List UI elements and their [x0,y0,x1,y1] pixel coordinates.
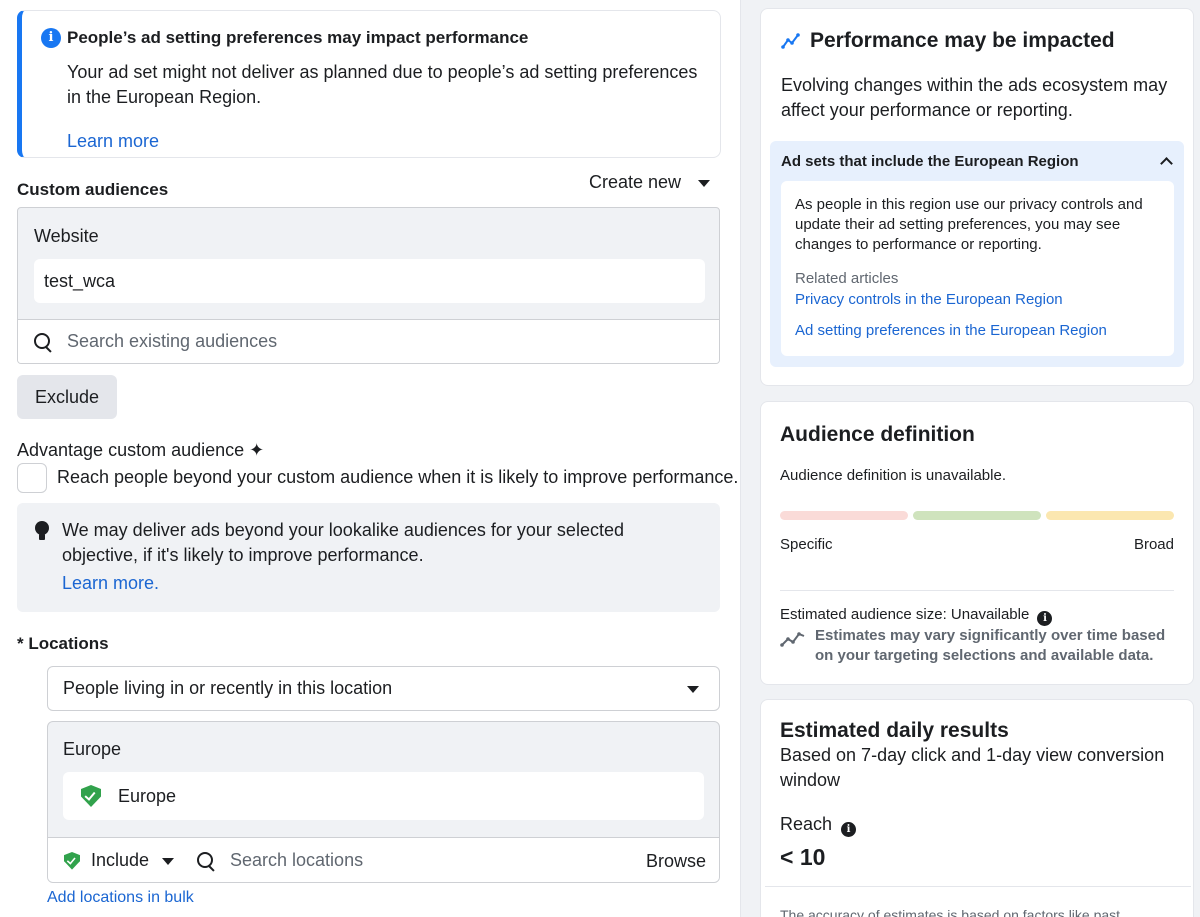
accuracy-footnote: The accuracy of estimates is based on fa… [780,907,1121,917]
selected-location-label: Europe [118,786,177,806]
notice-body: Your ad set might not deliver as planned… [67,62,698,107]
advantage-checkbox-label: Reach people beyond your custom audience… [57,467,739,487]
estimated-audience-size-text: Estimated audience size: Unavailable [780,606,1030,623]
notice-title: People’s ad setting preferences may impa… [67,28,529,47]
divider [765,886,1191,887]
create-new-label: Create new [589,172,682,192]
caret-down-icon[interactable] [162,858,174,865]
lightbulb-icon [35,521,49,541]
location-type-select[interactable]: People living in or recently in this loc… [47,666,720,711]
advantage-checkbox[interactable] [17,463,47,493]
reach-label-row: Reach i [780,814,857,837]
audience-meter-specific [780,511,908,520]
location-group-header: Europe [63,739,122,759]
audience-search-input[interactable]: Search existing audiences [18,319,719,363]
eu-preferences-notice: i People’s ad setting preferences may im… [17,10,721,158]
create-new-dropdown[interactable]: Create new [589,172,711,193]
info-icon[interactable]: i [1037,611,1053,626]
location-search-row: Include Search locations Browse [48,837,719,882]
reach-value: < 10 [780,844,826,870]
add-locations-bulk-link[interactable]: Add locations in bulk [47,889,194,907]
summary-sidebar: Performance may be impacted Evolving cha… [740,0,1200,917]
audience-search-placeholder: Search existing audiences [67,331,278,351]
exclude-button[interactable]: Exclude [17,375,117,419]
include-dropdown[interactable]: Include [91,850,149,871]
included-shield-icon [64,852,80,870]
advantage-custom-audience-label: Advantage custom audience ✦ [17,440,265,460]
custom-audiences-label: Custom audiences [17,180,169,199]
advantage-learn-more-link[interactable]: Learn more. [62,573,159,594]
audience-definition-status: Audience definition is unavailable. [780,467,1006,484]
daily-results-title: Estimated daily results [780,719,1009,742]
accordion-body: As people in this region use our privacy… [795,196,1143,253]
estimated-audience-size: Estimated audience size: Unavailable i [780,606,1053,626]
meter-label-specific: Specific [780,536,833,553]
advantage-tip: We may deliver ads beyond your lookalike… [17,503,720,612]
performance-title: Performance may be impacted [810,29,1115,52]
advantage-tip-text: We may deliver ads beyond your lookalike… [62,520,624,565]
privacy-controls-link[interactable]: Privacy controls in the European Region [795,291,1063,308]
performance-description: Evolving changes within the ads ecosyste… [781,75,1168,120]
performance-impact-card: Performance may be impacted Evolving cha… [760,8,1194,386]
info-icon: i [41,28,61,48]
estimated-daily-results-card: Estimated daily results Based on 7-day c… [760,699,1194,917]
location-selector: Europe Europe Include Search locations B… [47,721,720,883]
caret-down-icon [698,179,711,187]
audience-meter-broad [1046,511,1174,520]
notice-learn-more-link[interactable]: Learn more [67,131,159,152]
audience-definition-card: Audience definition Audience definition … [760,401,1194,685]
divider [780,590,1174,591]
custom-audience-selector: Website test_wca Search existing audienc… [17,207,720,364]
daily-results-subtitle: Based on 7-day click and 1-day view conv… [780,745,1165,790]
included-shield-icon [81,785,101,807]
meter-label-broad: Broad [1133,536,1174,553]
info-icon[interactable]: i [841,822,857,837]
search-icon [197,852,215,870]
related-articles-label: Related articles [795,270,899,287]
selected-audience-chip[interactable]: test_wca [34,259,705,303]
browse-button[interactable]: Browse [646,851,706,872]
ad-set-audience-panel: i People’s ad setting preferences may im… [0,0,740,917]
audience-group-header: Website [34,226,99,246]
locations-label: * Locations [17,634,109,653]
chevron-up-icon[interactable] [1160,157,1173,170]
trend-wave-icon [780,632,805,647]
estimate-variance-note: Estimates may vary significantly over ti… [815,627,1166,664]
ad-setting-preferences-link[interactable]: Ad setting preferences in the European R… [795,322,1107,339]
audience-meter-defined [913,511,1041,520]
european-region-accordion: Ad sets that include the European Region… [770,141,1184,367]
accordion-header[interactable]: Ad sets that include the European Region [781,153,1079,170]
caret-down-icon [687,686,699,693]
accordion-content: As people in this region use our privacy… [781,181,1174,356]
location-search-input[interactable]: Search locations [230,850,363,871]
selected-location-chip[interactable]: Europe [63,772,704,820]
reach-label: Reach [780,814,833,834]
trend-icon [781,33,800,49]
location-type-value: People living in or recently in this loc… [63,678,393,698]
audience-definition-title: Audience definition [780,423,975,446]
search-icon [34,333,52,351]
